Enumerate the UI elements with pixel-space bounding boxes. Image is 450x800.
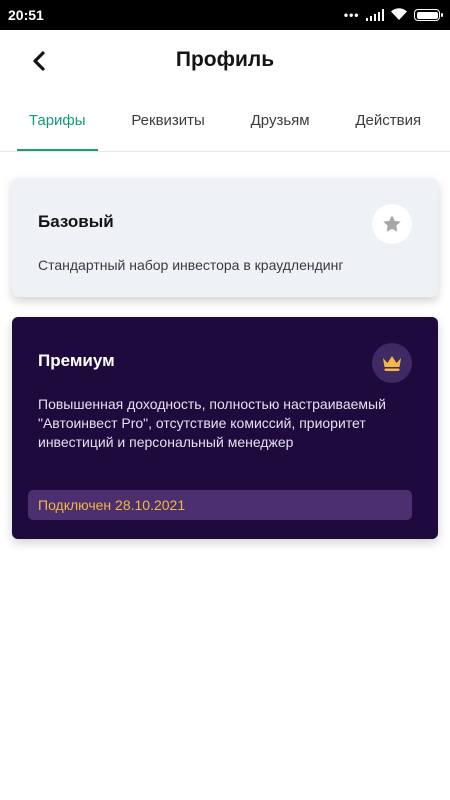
tab-requisites[interactable]: Реквизиты <box>119 90 217 151</box>
signal-icon <box>365 9 384 21</box>
plan-title: Премиум <box>38 351 115 370</box>
status-badge: Подключен 28.10.2021 <box>28 490 412 520</box>
tab-tariffs[interactable]: Тарифы <box>16 90 98 151</box>
wifi-icon <box>390 7 408 24</box>
back-button[interactable] <box>22 44 56 78</box>
tab-actions[interactable]: Действия <box>343 90 433 151</box>
status-bar: 20:51 ••• <box>0 0 450 30</box>
star-icon <box>372 204 412 244</box>
plan-title: Базовый <box>38 212 114 231</box>
chevron-left-icon <box>33 51 45 71</box>
plan-card-basic[interactable]: Базовый Стандартный набор инвестора в кр… <box>12 178 438 297</box>
plan-card-premium[interactable]: Премиум Повышенная доходность, полностью… <box>12 317 438 539</box>
page-title: Профиль <box>175 48 275 71</box>
app-header: Профиль <box>0 30 450 90</box>
status-time: 20:51 <box>8 7 44 23</box>
profile-tabs: Тарифы Реквизиты Друзьям Действия <box>0 90 450 152</box>
plan-description: Стандартный набор инвестора в краудленди… <box>38 257 344 273</box>
tariffs-list: Базовый Стандартный набор инвестора в кр… <box>0 152 450 539</box>
status-icons: ••• <box>343 7 443 24</box>
crown-icon <box>372 343 412 383</box>
tab-friends[interactable]: Друзьям <box>239 90 322 151</box>
notification-dots-icon: ••• <box>343 8 360 22</box>
battery-icon <box>414 9 443 21</box>
plan-description: Повышенная доходность, полностью настраи… <box>38 396 386 450</box>
